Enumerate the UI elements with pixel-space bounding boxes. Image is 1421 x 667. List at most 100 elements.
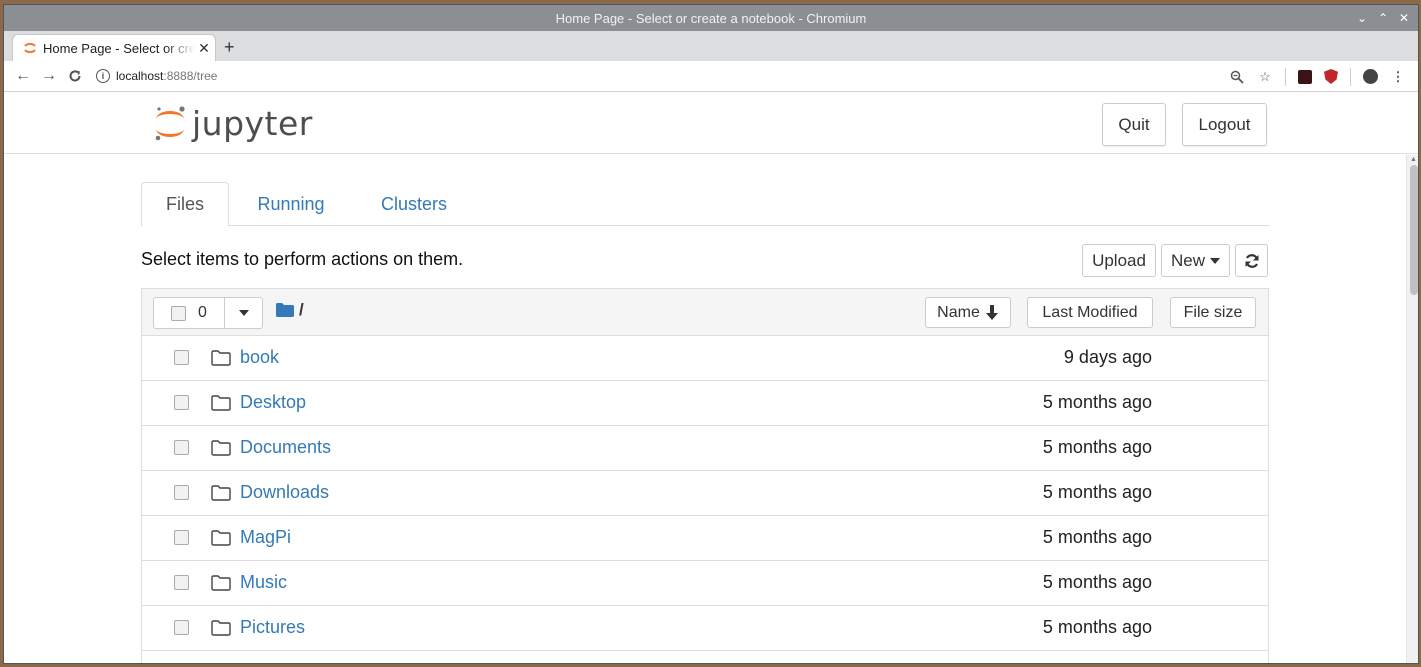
- folder-icon: [211, 440, 231, 456]
- jupyter-favicon-icon: [24, 43, 36, 53]
- row-checkbox[interactable]: [174, 485, 189, 500]
- address-bar[interactable]: i localhost:8888/tree: [96, 69, 217, 83]
- chevron-down-icon[interactable]: ⌄: [1352, 5, 1372, 31]
- sort-name-button[interactable]: Name: [925, 297, 1011, 328]
- forward-icon[interactable]: →: [36, 63, 62, 89]
- file-row[interactable]: Downloads 5 months ago: [142, 471, 1268, 516]
- row-checkbox[interactable]: [174, 395, 189, 410]
- jupyter-logo-icon: [155, 106, 185, 141]
- folder-icon: [211, 530, 231, 546]
- file-modified: 5 months ago: [1042, 527, 1152, 547]
- logout-button[interactable]: Logout: [1182, 103, 1267, 146]
- file-name-link[interactable]: book: [240, 347, 279, 368]
- scroll-up-icon[interactable]: ▲: [1410, 156, 1417, 163]
- file-row[interactable]: MagPi 5 months ago: [142, 516, 1268, 561]
- logo-wordmark: jupyter: [192, 103, 313, 143]
- row-checkbox[interactable]: [174, 440, 189, 455]
- row-checkbox[interactable]: [174, 530, 189, 545]
- title-bar: Home Page - Select or create a notebook …: [4, 5, 1418, 31]
- tab-strip: Home Page - Select or create a notebook …: [4, 31, 1418, 61]
- toolbar-divider: [1285, 67, 1286, 86]
- browser-toolbar: ← → i localhost:8888/tree ☆ ⋮: [4, 61, 1418, 92]
- file-name-link[interactable]: MagPi: [240, 527, 291, 548]
- file-modified: 9 days ago: [1063, 347, 1152, 367]
- chevron-up-icon[interactable]: ⌃: [1373, 5, 1393, 31]
- caret-down-icon: [1210, 257, 1220, 264]
- upload-button[interactable]: Upload: [1082, 244, 1156, 277]
- bookmark-star-icon[interactable]: ☆: [1257, 69, 1273, 85]
- notebook-toolbar: Select items to perform actions on them.…: [141, 241, 1269, 279]
- sort-modified-button[interactable]: Last Modified: [1027, 297, 1153, 328]
- refresh-button[interactable]: [1235, 244, 1268, 277]
- file-name-link[interactable]: Downloads: [240, 482, 329, 503]
- new-dropdown-button[interactable]: New: [1161, 244, 1230, 277]
- folder-icon: [211, 485, 231, 501]
- folder-icon: [211, 350, 231, 366]
- row-checkbox[interactable]: [174, 620, 189, 635]
- scrollbar-thumb[interactable]: [1410, 165, 1418, 295]
- file-row[interactable]: Pictures 5 months ago: [142, 606, 1268, 651]
- folder-icon: [211, 575, 231, 591]
- file-name-link[interactable]: Desktop: [240, 392, 306, 413]
- file-row[interactable]: Desktop 5 months ago: [142, 381, 1268, 426]
- file-modified: 5 months ago: [1042, 392, 1152, 412]
- browser-tab[interactable]: Home Page - Select or create a notebook …: [12, 34, 216, 61]
- file-modified: 5 months ago: [1042, 437, 1152, 457]
- file-list: 0 / Name Last Modified File size book 9 d…: [141, 288, 1269, 663]
- tab-close-icon[interactable]: ✕: [195, 40, 213, 57]
- url-path: :8888/tree: [163, 69, 218, 83]
- select-instructions: Select items to perform actions on them.: [141, 249, 464, 269]
- arrow-down-icon: [985, 305, 998, 320]
- folder-icon: [211, 620, 231, 636]
- file-modified: 5 months ago: [1042, 617, 1152, 637]
- browser-window: Home Page - Select or create a notebook …: [3, 4, 1419, 664]
- zoom-icon[interactable]: [1229, 69, 1245, 85]
- new-tab-icon[interactable]: +: [224, 37, 235, 58]
- page-header: jupyter Quit Logout: [4, 93, 1418, 154]
- reload-icon[interactable]: [62, 63, 88, 89]
- menu-kebab-icon[interactable]: ⋮: [1390, 69, 1406, 85]
- file-list-header: 0 / Name Last Modified File size: [142, 289, 1268, 336]
- toolbar-actions: ☆ ⋮: [1229, 61, 1406, 92]
- file-row[interactable]: Music 5 months ago: [142, 561, 1268, 606]
- row-checkbox[interactable]: [174, 575, 189, 590]
- jupyter-logo[interactable]: jupyter: [152, 103, 313, 143]
- select-all-control[interactable]: 0: [153, 297, 263, 329]
- window-title: Home Page - Select or create a notebook …: [555, 10, 867, 26]
- refresh-icon: [1245, 253, 1258, 268]
- caret-down-icon: [238, 310, 249, 316]
- file-modified: 5 months ago: [1042, 482, 1152, 502]
- folder-solid-icon[interactable]: [276, 303, 294, 317]
- tab-files[interactable]: Files: [141, 182, 229, 227]
- ublock-shield-icon[interactable]: [1324, 69, 1338, 84]
- file-name-link[interactable]: Music: [240, 572, 287, 593]
- file-name-link[interactable]: Documents: [240, 437, 331, 458]
- select-dropdown-button[interactable]: [224, 298, 262, 328]
- sort-size-button[interactable]: File size: [1170, 297, 1256, 328]
- tab-running[interactable]: Running: [241, 182, 341, 226]
- sort-name-label: Name: [937, 303, 980, 321]
- url-host: localhost: [116, 69, 164, 83]
- jupyter-page: jupyter Quit Logout ▲ Files Running Clus…: [4, 93, 1418, 663]
- file-row[interactable]: Documents 5 months ago: [142, 426, 1268, 471]
- back-icon[interactable]: ←: [10, 63, 36, 89]
- extension-icon[interactable]: [1298, 69, 1312, 84]
- select-all-checkbox[interactable]: [171, 305, 186, 321]
- tab-clusters[interactable]: Clusters: [361, 182, 467, 226]
- profile-avatar-icon[interactable]: [1363, 69, 1378, 84]
- file-modified: 5 months ago: [1042, 572, 1152, 592]
- quit-button[interactable]: Quit: [1102, 103, 1166, 146]
- row-checkbox[interactable]: [174, 350, 189, 365]
- breadcrumb-root[interactable]: /: [299, 300, 304, 320]
- tab-title: Home Page - Select or create a notebook: [43, 40, 195, 56]
- toolbar-divider: [1350, 67, 1351, 86]
- new-label: New: [1170, 250, 1205, 270]
- folder-icon: [211, 395, 231, 411]
- site-info-icon[interactable]: i: [96, 69, 110, 83]
- selected-count: 0: [198, 304, 207, 321]
- close-window-icon[interactable]: ✕: [1394, 5, 1414, 31]
- page-scrollbar[interactable]: ▲: [1406, 155, 1418, 663]
- file-name-link[interactable]: Pictures: [240, 617, 305, 638]
- tab-bar: Files Running Clusters: [141, 182, 1269, 227]
- file-row[interactable]: book 9 days ago: [142, 336, 1268, 381]
